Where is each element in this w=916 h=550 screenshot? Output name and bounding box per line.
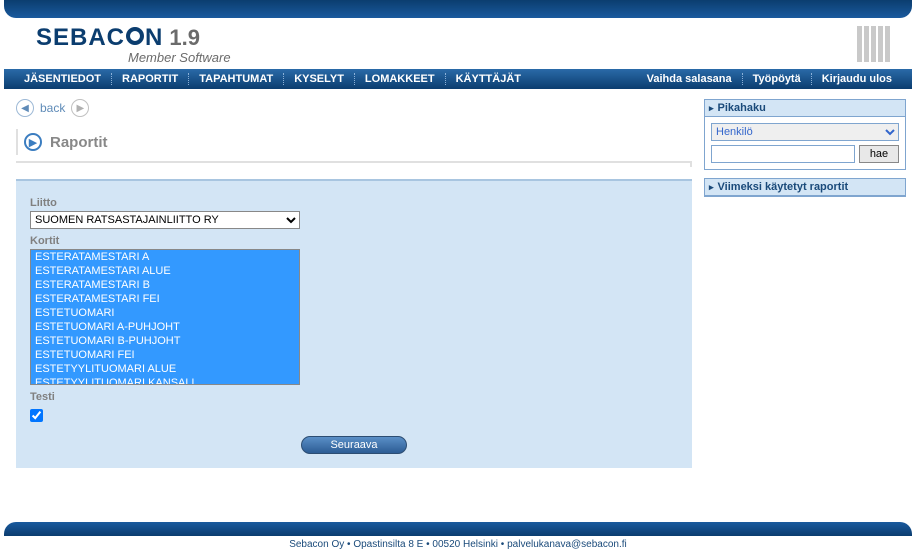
nav-vaihda-salasana[interactable]: Vaihda salasana [637,73,742,85]
quicksearch-input[interactable] [711,145,855,163]
liitto-select[interactable]: SUOMEN RATSASTAJAINLIITTO RY [30,211,300,229]
list-item[interactable]: ESTETUOMARI A-PUHJOHT [31,320,299,334]
list-item[interactable]: ESTETUOMARI FEI [31,348,299,362]
nav-tyopoyta[interactable]: Työpöytä [742,73,811,85]
quicksearch-type-select[interactable]: Henkilö [711,123,899,141]
seuraava-button[interactable]: Seuraava [301,436,406,454]
back-label[interactable]: back [40,101,65,115]
nav-left-group: JÄSENTIEDOT RAPORTIT TAPAHTUMAT KYSELYT … [14,73,531,85]
quicksearch-button[interactable]: hae [859,145,899,163]
testi-label: Testi [30,391,678,403]
list-item[interactable]: ESTETYYLITUOMARI ALUE [31,362,299,376]
chevron-right-icon: ▸ [709,103,714,114]
list-item[interactable]: ESTETYYLITUOMARI KANSALL. [31,376,299,385]
page-title: Raportit [50,134,108,151]
recent-reports-panel: ▸ Viimeksi käytetyt raportit [704,178,906,197]
list-item[interactable]: ESTETUOMARI B-PUHJOHT [31,334,299,348]
bottom-bar [4,522,912,536]
report-form-panel: Liitto SUOMEN RATSASTAJAINLIITTO RY Kort… [16,179,692,468]
main-nav: JÄSENTIEDOT RAPORTIT TAPAHTUMAT KYSELYT … [4,69,912,89]
list-item[interactable]: ESTERATAMESTARI FEI [31,292,299,306]
kortit-listbox[interactable]: ESTERATAMESTARI A ESTERATAMESTARI ALUE E… [30,249,300,385]
recent-reports-title: Viimeksi käytetyt raportit [718,181,849,193]
nav-kirjaudu-ulos[interactable]: Kirjaudu ulos [811,73,902,85]
footer: Sebacon Oy • Opastinsilta 8 E • 00520 He… [0,539,916,550]
liitto-label: Liitto [30,197,678,209]
app-logo: SEBACN 1.9 [36,24,231,52]
back-arrow-icon[interactable]: ◀ [16,99,34,117]
list-item[interactable]: ESTERATAMESTARI A [31,250,299,264]
decorative-bars [857,26,890,62]
quicksearch-header: ▸ Pikahaku [705,100,905,117]
testi-checkbox[interactable] [30,409,43,422]
page-title-row: ▶ Raportit [16,129,692,155]
quicksearch-panel: ▸ Pikahaku Henkilö hae [704,99,906,170]
nav-tapahtumat[interactable]: TAPAHTUMAT [188,73,283,85]
nav-lomakkeet[interactable]: LOMAKKEET [354,73,445,85]
nav-kyselyt[interactable]: KYSELYT [283,73,354,85]
nav-right-group: Vaihda salasana Työpöytä Kirjaudu ulos [637,73,902,85]
list-item[interactable]: ESTERATAMESTARI B [31,278,299,292]
nav-kayttajat[interactable]: KÄYTTÄJÄT [445,73,531,85]
recent-reports-header: ▸ Viimeksi käytetyt raportit [705,179,905,196]
footer-email[interactable]: palvelukanava@sebacon.fi [507,539,627,550]
logo-area: SEBACN 1.9 Member Software [0,18,916,69]
list-item[interactable]: ESTETUOMARI [31,306,299,320]
app-version: 1.9 [169,25,200,51]
app-subtitle: Member Software [128,50,231,65]
top-bar [4,0,912,18]
page-title-icon: ▶ [24,133,42,151]
forward-arrow-icon[interactable]: ▶ [71,99,89,117]
kortit-label: Kortit [30,235,678,247]
chevron-right-icon: ▸ [709,182,714,193]
back-nav: ◀ back ▶ [16,99,692,117]
quicksearch-title: Pikahaku [718,102,766,114]
list-item[interactable]: ESTERATAMESTARI ALUE [31,264,299,278]
nav-jasentiedot[interactable]: JÄSENTIEDOT [14,73,111,85]
nav-raportit[interactable]: RAPORTIT [111,73,188,85]
